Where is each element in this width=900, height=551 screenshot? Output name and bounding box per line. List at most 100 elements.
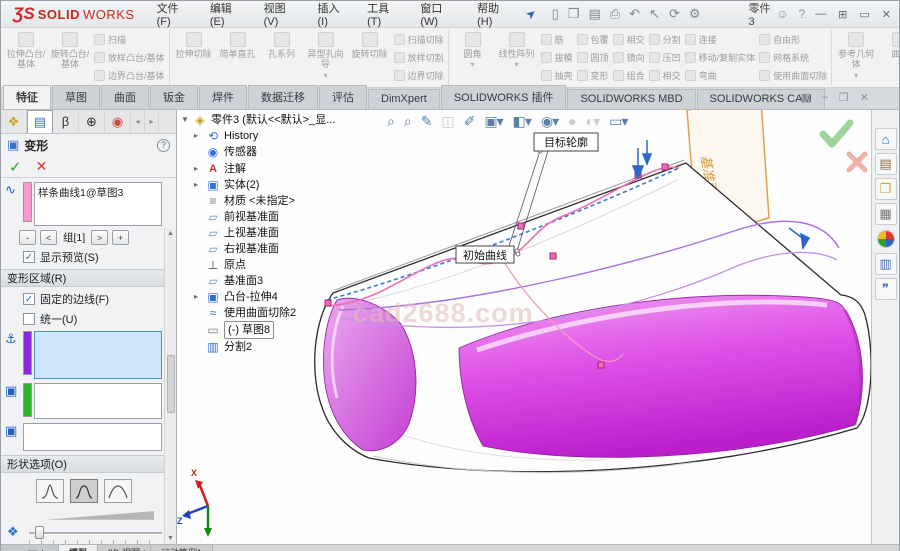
zoom-area-icon[interactable]: ⌕ [404, 113, 411, 130]
intersect2-button[interactable]: 相交 [649, 69, 681, 82]
hole-wizard-button[interactable]: 异型孔向导 [304, 30, 348, 85]
split-button[interactable]: 分割 [649, 33, 681, 46]
simple-hole-button[interactable]: 简单直孔 [216, 30, 260, 85]
linear-pattern-button[interactable]: 线性阵列 [495, 30, 539, 85]
expand-arrow-icon[interactable]: ▸ [194, 161, 205, 177]
pm-tab-scroll-right-icon[interactable]: ▸ [145, 110, 159, 133]
cut-with-surface-button[interactable]: 使用曲面切除 [759, 69, 827, 82]
freeform-button[interactable]: 自由形 [759, 33, 827, 46]
dome-button[interactable]: 圆顶 [577, 51, 609, 64]
rigidity-slider[interactable] [29, 525, 162, 540]
custom-properties-icon[interactable]: ▥ [875, 253, 897, 275]
fixed-entities-selection-box[interactable] [34, 331, 162, 379]
feature-tree-item[interactable]: 传感器 [181, 144, 335, 160]
dimxpertmanager-tab-icon[interactable]: ⊕ [79, 110, 105, 133]
sketch-view-icon[interactable]: ✎ [421, 113, 432, 130]
section-view-icon[interactable]: ◫ [441, 113, 453, 130]
intersect-button[interactable]: 相交 [613, 33, 645, 46]
group-previous-button[interactable]: < [40, 230, 57, 245]
ribbon-tab[interactable]: 数据迁移 [248, 85, 318, 109]
scroll-up-icon[interactable]: ▲ [167, 230, 174, 237]
menu-item[interactable]: 文件(F) [149, 0, 200, 31]
apply-scene-icon[interactable]: ◐▾ [586, 113, 599, 130]
options-icon[interactable]: ⚙ [689, 6, 701, 22]
indent-button[interactable]: 压凹 [649, 51, 681, 64]
document-name[interactable]: 零件3 [749, 0, 777, 28]
shape-options-header[interactable]: 形状选项(O)∧ [1, 455, 176, 473]
displaymanager-tab-icon[interactable]: ◉ [105, 110, 131, 133]
design-library-icon[interactable]: ▤ [875, 153, 897, 175]
feature-tree-item[interactable]: ▼ 零件3 (默认<<默认>_显... [181, 112, 335, 128]
featuremanager-tab-icon[interactable]: ❖ [1, 110, 27, 133]
show-preview-checkbox[interactable] [23, 251, 35, 263]
lofted-boss-button[interactable]: 放样凸台/基体 [94, 51, 165, 64]
expand-arrow-icon[interactable]: ▸ [194, 177, 205, 193]
feature-tree-item[interactable]: 分割2 [181, 339, 335, 355]
swept-boss-button[interactable]: 扫描 [94, 33, 165, 46]
wrap-button[interactable]: 包覆 [577, 33, 609, 46]
doc-minimize-icon[interactable]: ‒ [822, 91, 828, 104]
minimize-button[interactable]: — [815, 8, 826, 21]
feature-tree-item[interactable]: ▸ 凸台-拉伸4 [181, 289, 335, 305]
feature-tree-item[interactable]: 右视基准面 [181, 241, 335, 257]
reference-geometry-button[interactable]: 参考几何体 [834, 30, 878, 85]
join-button[interactable]: 连接 [685, 33, 756, 46]
pm-scrollbar-thumb[interactable] [167, 355, 175, 413]
move-copy-body-button[interactable]: 移动/复制实体 [685, 51, 756, 64]
uniform-checkbox[interactable] [23, 313, 35, 325]
expand-arrow-icon[interactable]: ▸ [194, 128, 205, 144]
ribbon-tab[interactable]: SOLIDWORKS MBD [567, 89, 695, 109]
flex-button[interactable]: 弯曲 [685, 69, 756, 82]
cancel-button[interactable]: ✕ [36, 158, 48, 175]
extruded-cut-button[interactable]: 拉伸切除 [172, 30, 216, 85]
ribbon-tab[interactable]: 草图 [52, 85, 100, 109]
view-settings-icon[interactable]: ▭▾ [609, 113, 627, 130]
user-icon[interactable]: ☺ [776, 7, 788, 21]
feature-tree-item[interactable]: ▸ History [181, 128, 335, 144]
group-remove-button[interactable]: - [19, 230, 36, 245]
menu-item[interactable]: 编辑(E) [202, 0, 254, 31]
feature-tree-item[interactable]: 上视基准面 [181, 225, 335, 241]
doc-close-icon[interactable]: ✕ [860, 91, 869, 104]
stiffness-maximum-button[interactable] [104, 479, 132, 503]
display-style-icon[interactable]: ◧▾ [513, 113, 531, 130]
feature-tree-item[interactable]: ▸ 注解 [181, 160, 335, 177]
group-next-button[interactable]: > [91, 230, 108, 245]
initial-curve-selection-box[interactable]: 样条曲线1@草图3 [34, 182, 162, 226]
grid-system-button[interactable]: 网格系统 [759, 51, 827, 64]
combine-button[interactable]: 组合 [613, 69, 645, 82]
home-icon[interactable]: ⌂ [875, 128, 897, 150]
feature-tree-item[interactable]: 材质 <未指定> [181, 193, 335, 209]
graphics-viewport[interactable]: ⌕ ⌕ ✎ ◫ ✐ ▣▾ ◧▾ ◉▾ ● ◐▾ [177, 110, 871, 544]
group-add-button[interactable]: + [112, 230, 129, 245]
feature-tree-item[interactable]: 使用曲面切除2 [181, 305, 335, 321]
lofted-cut-button[interactable]: 放样切割 [394, 51, 444, 64]
shell-button[interactable]: 抽壳 [541, 69, 573, 82]
appearances-icon[interactable]: ◉ [877, 230, 895, 248]
boundary-cut-button[interactable]: 边界切除 [394, 69, 444, 82]
file-explorer-icon[interactable]: ❒ [875, 178, 897, 200]
menu-item[interactable]: 帮助(H) [469, 0, 521, 31]
new-document-icon[interactable]: ▯ [552, 6, 559, 22]
deform-bodies-selection-box[interactable] [34, 383, 162, 419]
pm-scrollbar[interactable]: ▲ ▼ [164, 228, 176, 544]
fixed-edges-checkbox[interactable] [23, 293, 35, 305]
expand-arrow-icon[interactable]: ▸ [194, 289, 205, 305]
configurationmanager-tab-icon[interactable]: β [53, 110, 79, 133]
pm-help-icon[interactable]: ? [157, 139, 170, 152]
maximize-button[interactable]: ▭ [859, 8, 869, 21]
revolved-cut-button[interactable]: 旋转切除 [348, 30, 392, 85]
additional-bodies-selection-box[interactable] [23, 423, 162, 451]
ribbon-tab[interactable]: 焊件 [199, 85, 247, 109]
feature-tree-item[interactable]: ▸ 实体(2) [181, 177, 335, 193]
revolved-boss-button[interactable]: 旋转凸台/基体 [48, 30, 92, 85]
extruded-boss-button[interactable]: 拉伸凸台/基体 [4, 30, 48, 85]
expand-arrow-icon[interactable]: ▼ [181, 112, 192, 128]
ribbon-tab[interactable]: 曲面 [101, 85, 149, 109]
view-palette-icon[interactable]: ▦ [875, 203, 897, 225]
pin-icon[interactable]: ➤ [522, 5, 539, 22]
hole-series-button[interactable]: 孔系列 [260, 30, 304, 85]
confirm-ok-icon[interactable] [823, 123, 850, 144]
scroll-down-icon[interactable]: ▼ [167, 535, 174, 542]
propertymanager-tab-icon[interactable]: ▤ [27, 110, 53, 133]
